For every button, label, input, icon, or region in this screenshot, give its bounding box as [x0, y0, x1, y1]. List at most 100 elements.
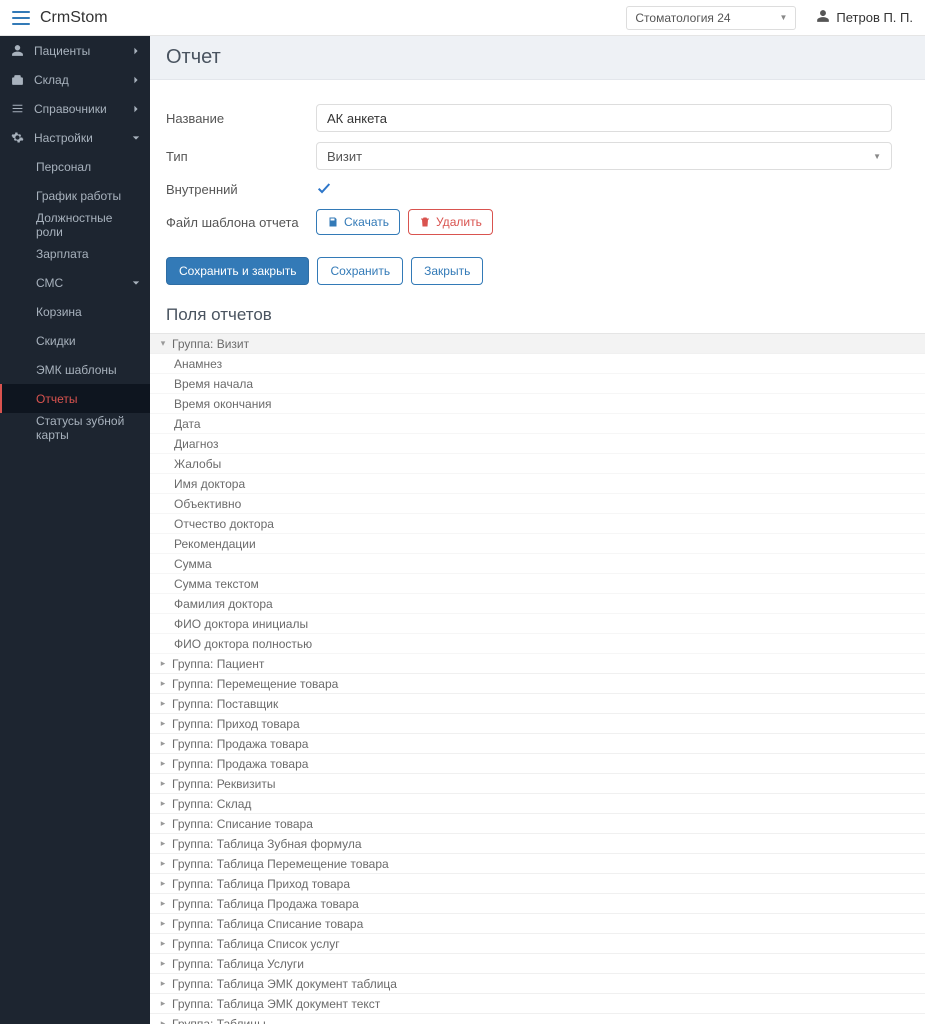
arrow-right-icon: ▸ [158, 678, 168, 689]
organization-select[interactable]: Стоматология 24 ▼ [626, 6, 796, 30]
tree-item[interactable]: Фамилия доктора [150, 594, 925, 614]
user-icon [816, 9, 830, 26]
form-area: Название Тип Визит ▼ Внутренний [150, 80, 925, 253]
sidebar-item-patients[interactable]: Пациенты [0, 36, 150, 65]
tree-group[interactable]: ▸Группа: Таблица Приход товара [150, 874, 925, 894]
type-select[interactable]: Визит ▼ [316, 142, 892, 170]
internal-label: Внутренний [166, 182, 316, 197]
arrow-right-icon: ▸ [158, 738, 168, 749]
arrow-right-icon: ▸ [158, 818, 168, 829]
type-label: Тип [166, 149, 316, 164]
tree-item[interactable]: Рекомендации [150, 534, 925, 554]
sidebar-subitem[interactable]: Корзина [0, 297, 150, 326]
sidebar-subitem[interactable]: ЭМК шаблоны [0, 355, 150, 384]
tree-item[interactable]: Время окончания [150, 394, 925, 414]
tree-group[interactable]: ▸Группа: Таблица Списание товара [150, 914, 925, 934]
tree-group[interactable]: ▸Группа: Таблица ЭМК документ таблица [150, 974, 925, 994]
chevron-down-icon [132, 276, 140, 290]
page-title: Отчет [166, 46, 221, 69]
tree-group[interactable]: ▸Группа: Продажа товара [150, 734, 925, 754]
header-right: Стоматология 24 ▼ Петров П. П. [626, 6, 913, 30]
tree-group[interactable]: ▸Группа: Таблица Услуги [150, 954, 925, 974]
delete-button[interactable]: Удалить [408, 209, 493, 235]
tree-group[interactable]: ▸Группа: Таблица Зубная формула [150, 834, 925, 854]
sidebar-subitem[interactable]: Статусы зубной карты [0, 413, 150, 442]
action-buttons: Сохранить и закрыть Сохранить Закрыть [150, 253, 925, 301]
tree-group-expanded[interactable]: ▾ Группа: Визит [150, 334, 925, 354]
sidebar-subitem[interactable]: Отчеты [0, 384, 150, 413]
arrow-right-icon: ▸ [158, 978, 168, 989]
name-input[interactable] [316, 104, 892, 132]
chevron-right-icon [132, 73, 140, 87]
internal-checkbox[interactable] [316, 184, 332, 199]
tree-item[interactable]: ФИО доктора полностью [150, 634, 925, 654]
tree-item[interactable]: Имя доктора [150, 474, 925, 494]
app-name: CrmStom [40, 9, 108, 27]
tree-group[interactable]: ▸Группа: Списание товара [150, 814, 925, 834]
arrow-right-icon: ▸ [158, 858, 168, 869]
app-header: CrmStom Стоматология 24 ▼ Петров П. П. [0, 0, 925, 36]
tree-item[interactable]: Время начала [150, 374, 925, 394]
tree-group[interactable]: ▸Группа: Продажа товара [150, 754, 925, 774]
arrow-right-icon: ▸ [158, 878, 168, 889]
user-icon [10, 44, 24, 57]
file-label: Файл шаблона отчета [166, 215, 316, 230]
tree-group[interactable]: ▸Группа: Поставщик [150, 694, 925, 714]
tree-item[interactable]: ФИО доктора инициалы [150, 614, 925, 634]
download-button[interactable]: Скачать [316, 209, 400, 235]
tree-group[interactable]: ▸Группа: Таблица Продажа товара [150, 894, 925, 914]
tree-item[interactable]: Отчество доктора [150, 514, 925, 534]
tree-item[interactable]: Сумма [150, 554, 925, 574]
chevron-right-icon [132, 44, 140, 58]
sidebar-subitem[interactable]: Скидки [0, 326, 150, 355]
tree-group[interactable]: ▸Группа: Реквизиты [150, 774, 925, 794]
arrow-right-icon: ▸ [158, 838, 168, 849]
sidebar: Пациенты Склад Справочники Настройки Пер… [0, 36, 150, 1024]
chevron-down-icon: ▼ [873, 152, 881, 161]
sidebar-subitem[interactable]: График работы [0, 181, 150, 210]
save-icon [327, 216, 339, 228]
tree-item[interactable]: Жалобы [150, 454, 925, 474]
page-title-bar: Отчет [150, 36, 925, 80]
menu-toggle-icon[interactable] [12, 11, 30, 25]
close-button[interactable]: Закрыть [411, 257, 483, 285]
sidebar-subitem[interactable]: Должностные роли [0, 210, 150, 239]
chevron-right-icon [132, 102, 140, 116]
arrow-right-icon: ▸ [158, 658, 168, 669]
fields-tree: ▾ Группа: Визит АнамнезВремя началаВремя… [150, 334, 925, 1024]
sidebar-subitem[interactable]: СМС [0, 268, 150, 297]
arrow-right-icon: ▸ [158, 758, 168, 769]
arrow-right-icon: ▸ [158, 898, 168, 909]
arrow-right-icon: ▸ [158, 998, 168, 1009]
trash-icon [419, 216, 431, 228]
sidebar-subitem[interactable]: Зарплата [0, 239, 150, 268]
main-content: Отчет Название Тип Визит ▼ Внутренний [150, 36, 925, 1024]
tree-group[interactable]: ▸Группа: Таблицы [150, 1014, 925, 1024]
tree-group[interactable]: ▸Группа: Пациент [150, 654, 925, 674]
tree-group[interactable]: ▸Группа: Перемещение товара [150, 674, 925, 694]
sidebar-subitem[interactable]: Персонал [0, 152, 150, 181]
header-left: CrmStom [12, 9, 108, 27]
sidebar-item-directories[interactable]: Справочники [0, 94, 150, 123]
tree-group[interactable]: ▸Группа: Таблица Список услуг [150, 934, 925, 954]
tree-item[interactable]: Сумма текстом [150, 574, 925, 594]
chevron-down-icon: ▼ [779, 13, 787, 22]
briefcase-icon [10, 73, 24, 86]
gear-icon [10, 131, 24, 144]
tree-item[interactable]: Анамнез [150, 354, 925, 374]
tree-item[interactable]: Дата [150, 414, 925, 434]
arrow-right-icon: ▸ [158, 938, 168, 949]
tree-group[interactable]: ▸Группа: Таблица Перемещение товара [150, 854, 925, 874]
tree-item[interactable]: Диагноз [150, 434, 925, 454]
tree-group[interactable]: ▸Группа: Склад [150, 794, 925, 814]
user-name: Петров П. П. [836, 10, 913, 25]
save-close-button[interactable]: Сохранить и закрыть [166, 257, 309, 285]
tree-item[interactable]: Объективно [150, 494, 925, 514]
sidebar-item-warehouse[interactable]: Склад [0, 65, 150, 94]
sidebar-item-settings[interactable]: Настройки [0, 123, 150, 152]
arrow-right-icon: ▸ [158, 718, 168, 729]
save-button[interactable]: Сохранить [317, 257, 403, 285]
tree-group[interactable]: ▸Группа: Таблица ЭМК документ текст [150, 994, 925, 1014]
user-menu[interactable]: Петров П. П. [816, 9, 913, 26]
tree-group[interactable]: ▸Группа: Приход товара [150, 714, 925, 734]
